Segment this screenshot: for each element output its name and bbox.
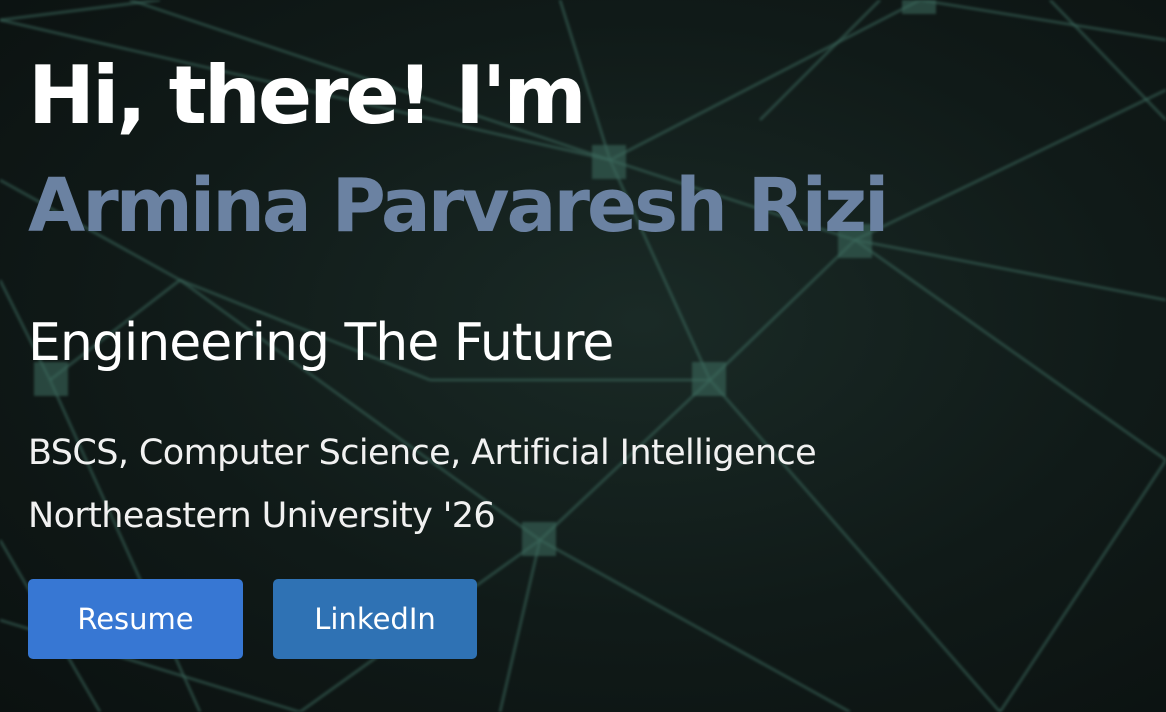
resume-button[interactable]: Resume	[28, 579, 243, 659]
tagline: Engineering The Future	[28, 313, 614, 373]
school-text: Northeastern University '26	[28, 496, 496, 536]
linkedin-button[interactable]: LinkedIn	[273, 579, 477, 659]
hero-section: Hi, there! I'm Armina Parvaresh Rizi Eng…	[0, 0, 1166, 712]
greeting-heading: Hi, there! I'm	[28, 49, 587, 142]
degree-text: BSCS, Computer Science, Artificial Intel…	[28, 433, 817, 473]
name-heading: Armina Parvaresh Rizi	[28, 163, 889, 249]
